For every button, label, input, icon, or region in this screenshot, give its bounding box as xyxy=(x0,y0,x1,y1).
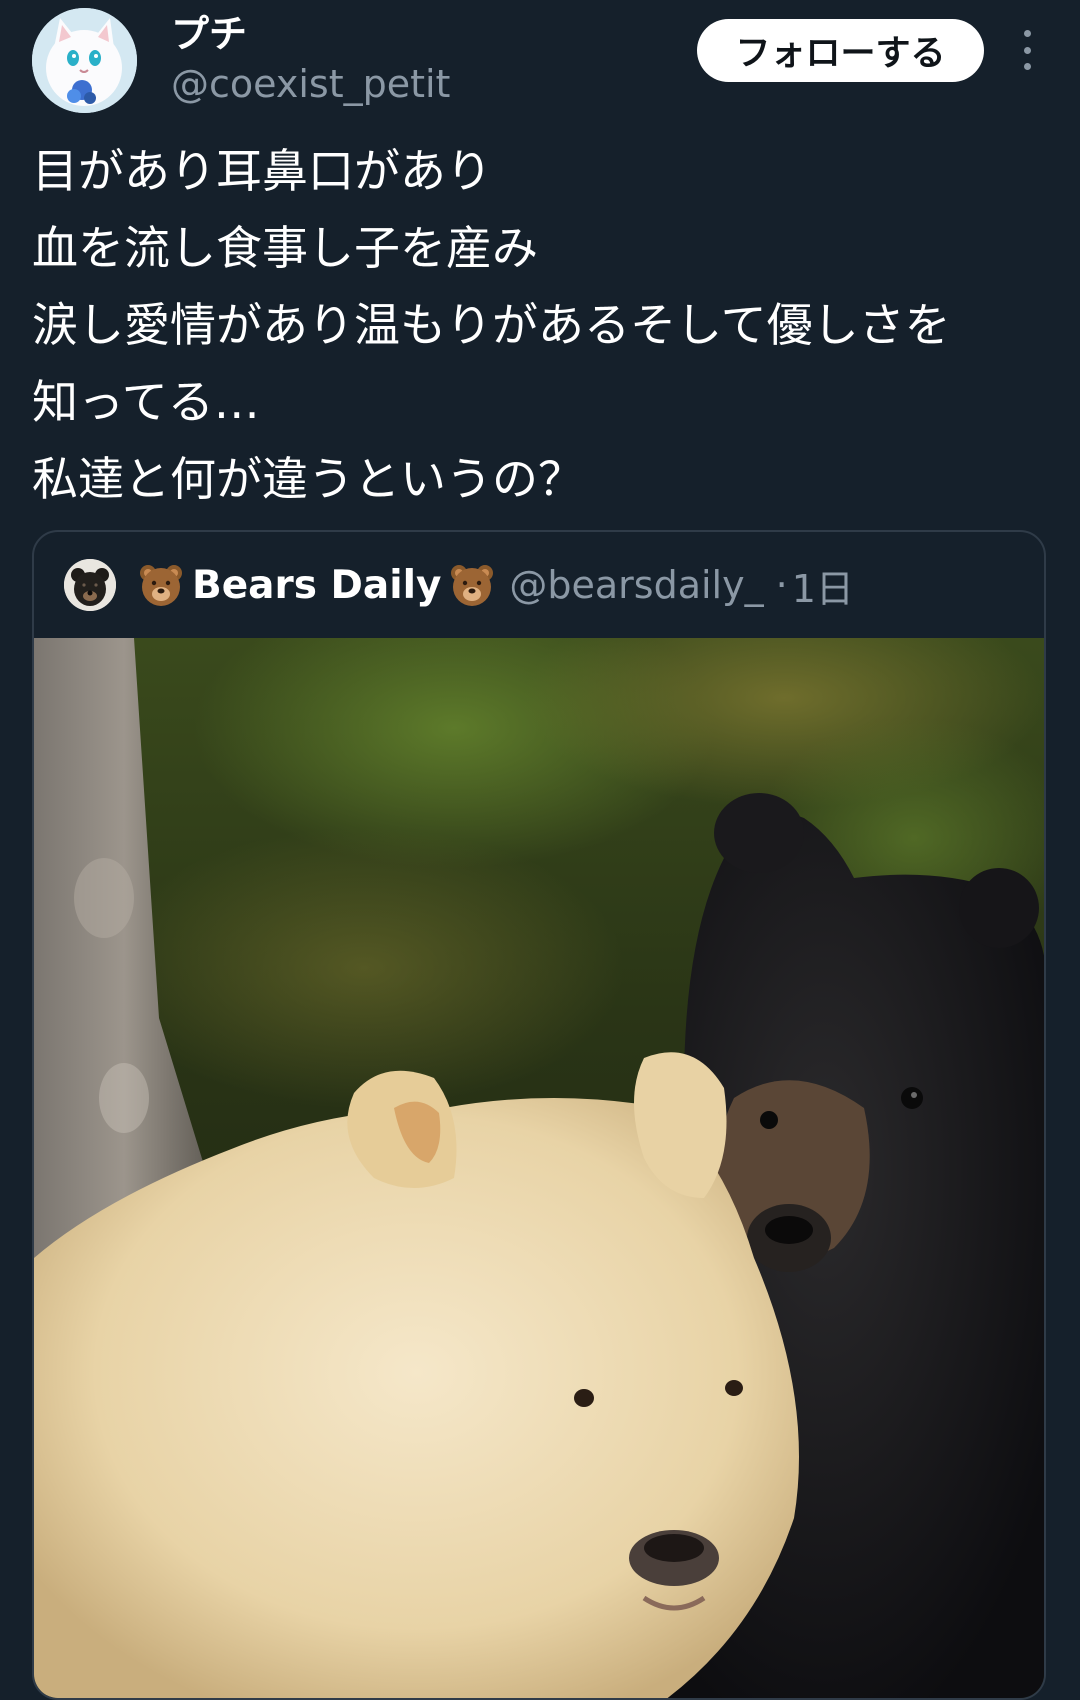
more-options-button[interactable] xyxy=(1010,30,1044,70)
quoted-display-name[interactable]: Bears Daily xyxy=(192,563,441,608)
quoted-tweet-card[interactable]: Bears Daily @bearsdaily_ · 1日 xyxy=(32,530,1046,1700)
tweet-line: 涙し愛情があり温もりがあるそして優しさを xyxy=(32,298,951,352)
bear-face-icon xyxy=(140,565,182,606)
more-vertical-icon-dot xyxy=(1023,63,1031,70)
follow-button[interactable]: フォローする xyxy=(697,19,984,82)
quoted-separator: · xyxy=(775,563,788,607)
tweet-line: 知ってる… xyxy=(32,375,260,429)
author-avatar[interactable] xyxy=(32,8,137,113)
quoted-handle[interactable]: @bearsdaily_ xyxy=(509,563,763,607)
quoted-timestamp[interactable]: 1日 xyxy=(792,558,854,613)
author-handle[interactable]: @coexist_petit xyxy=(171,60,450,108)
author-display-name[interactable]: プチ xyxy=(171,10,247,58)
tweet-text: 目があり耳鼻口があり 血を流し食事し子を産み 涙し愛情があり温もりがあるそして優… xyxy=(32,133,1042,518)
more-vertical-icon xyxy=(1023,30,1031,37)
bear-face-icon xyxy=(451,565,494,606)
tweet-line: 血を流し食事し子を産み xyxy=(32,221,538,275)
tweet-line: 目があり耳鼻口があり xyxy=(32,144,492,198)
quoted-tweet-header: Bears Daily @bearsdaily_ · 1日 xyxy=(34,532,1044,638)
bears-photo-icon[interactable] xyxy=(34,638,1046,1700)
tweet-line: 私達と何が違うというの？ xyxy=(32,452,584,506)
more-vertical-icon-dot xyxy=(1023,46,1031,54)
cat-avatar-icon xyxy=(32,8,137,113)
bear-avatar-icon[interactable] xyxy=(64,559,116,611)
